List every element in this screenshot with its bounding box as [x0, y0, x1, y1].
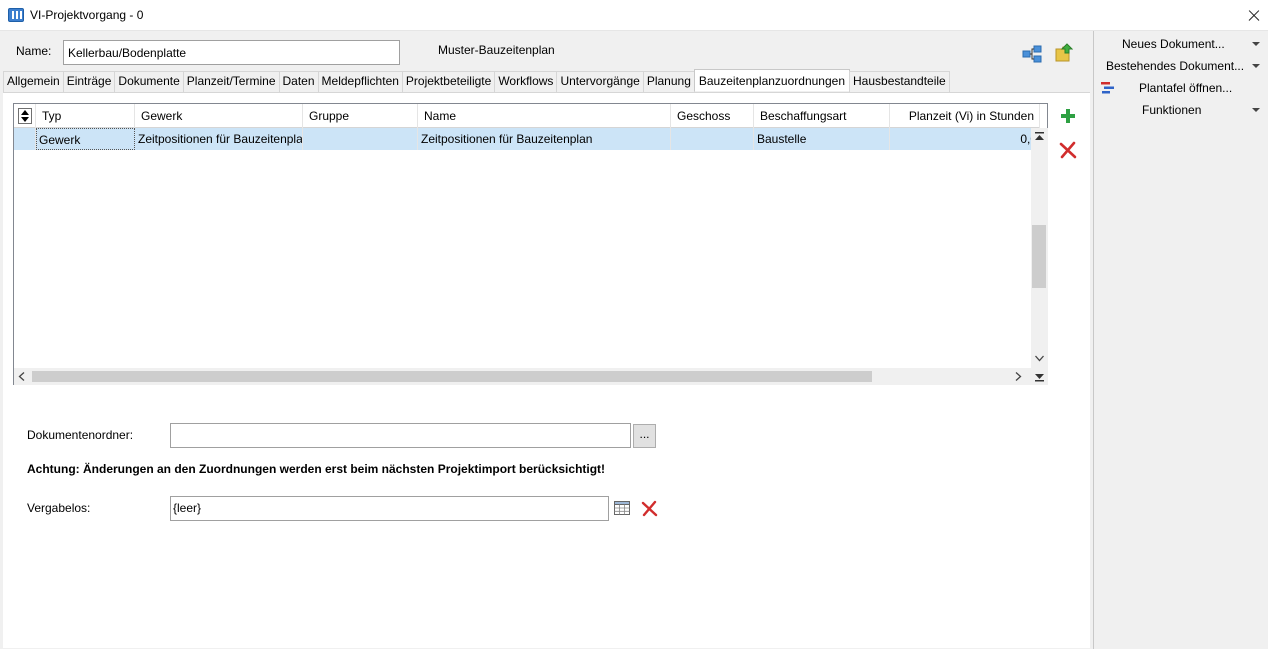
- tab-workflows[interactable]: Workflows: [494, 71, 558, 92]
- vertical-scrollbar[interactable]: [1031, 128, 1048, 368]
- title-bar: VI-Projektvorgang - 0: [0, 0, 1268, 31]
- scroll-bottom-icon[interactable]: [1031, 368, 1048, 385]
- column-header-gruppe[interactable]: Gruppe: [303, 104, 418, 128]
- scroll-left-icon[interactable]: [18, 372, 25, 381]
- cell-typ[interactable]: Gewerk: [36, 128, 135, 150]
- tab-eintraege[interactable]: Einträge: [62, 71, 116, 92]
- warning-text: Achtung: Änderungen an den Zuordnungen w…: [27, 462, 606, 476]
- column-chooser[interactable]: [14, 104, 36, 128]
- structure-icon[interactable]: [1022, 45, 1042, 63]
- column-header-typ[interactable]: Typ: [36, 104, 135, 128]
- tab-planung[interactable]: Planung: [642, 71, 695, 92]
- column-header-geschoss[interactable]: Geschoss: [671, 104, 754, 128]
- tab-projektbeteiligte[interactable]: Projektbeteiligte: [401, 71, 496, 92]
- docfolder-input[interactable]: [170, 423, 631, 448]
- cell-beschaffungsart[interactable]: Baustelle: [754, 128, 890, 150]
- tab-meldepflichten[interactable]: Meldepflichten: [317, 71, 403, 92]
- tab-daten[interactable]: Daten: [278, 71, 319, 92]
- cell-planzeit[interactable]: 0,0: [890, 128, 1040, 150]
- app-icon: [8, 8, 24, 22]
- vergabelos-label: Vergabelos:: [27, 501, 91, 515]
- assignments-grid[interactable]: Typ Gewerk Gruppe Name Geschoss Beschaff…: [13, 103, 1048, 385]
- existing-document-dropdown-icon[interactable]: [1252, 64, 1260, 68]
- tab-hausbestandteile[interactable]: Hausbestandteile: [849, 71, 950, 92]
- new-document-button[interactable]: Neues Dokument...: [1122, 35, 1225, 53]
- functions-button[interactable]: Funktionen: [1142, 101, 1201, 119]
- scroll-down-icon[interactable]: [1035, 355, 1044, 362]
- horizontal-scrollbar[interactable]: [14, 368, 1031, 385]
- scroll-bottom-button[interactable]: [1031, 368, 1048, 385]
- browse-button[interactable]: ...: [633, 424, 656, 448]
- tab-planzeit[interactable]: Planzeit/Termine: [182, 71, 280, 92]
- cell-geschoss[interactable]: [671, 128, 754, 150]
- horizontal-scroll-thumb[interactable]: [32, 371, 872, 382]
- name-label: Name:: [16, 44, 52, 58]
- tab-dokumente[interactable]: Dokumente: [114, 71, 184, 92]
- new-document-dropdown-icon[interactable]: [1252, 42, 1260, 46]
- clear-vergabelos-icon[interactable]: [641, 500, 658, 517]
- tab-strip: Allgemein Einträge Dokumente Planzeit/Te…: [3, 69, 950, 92]
- column-header-gewerk[interactable]: Gewerk: [135, 104, 303, 128]
- table-picker-icon[interactable]: [614, 501, 630, 515]
- vertical-scroll-thumb[interactable]: [1032, 225, 1046, 288]
- table-row[interactable]: Gewerk Zeitpositionen für Bauzeitenplan …: [14, 128, 1040, 150]
- tab-allgemein[interactable]: Allgemein: [3, 71, 64, 92]
- open-plan-board-button[interactable]: Plantafel öffnen...: [1139, 79, 1232, 97]
- scroll-right-icon[interactable]: [1015, 372, 1022, 381]
- action-panel: Neues Dokument... Bestehendes Dokument..…: [1093, 31, 1268, 649]
- folder-export-icon[interactable]: [1055, 43, 1073, 63]
- functions-dropdown-icon[interactable]: [1252, 108, 1260, 112]
- sort-toggle-icon[interactable]: [17, 108, 32, 124]
- delete-row-icon[interactable]: [1059, 141, 1077, 159]
- name-input[interactable]: [63, 40, 400, 65]
- cell-gewerk[interactable]: Zeitpositionen für Bauzeitenplan: [135, 128, 303, 150]
- docfolder-label: Dokumentenordner:: [27, 428, 134, 442]
- column-header-planzeit[interactable]: Planzeit (Vi) in Stunden: [890, 104, 1040, 128]
- close-button[interactable]: [1238, 0, 1268, 31]
- scroll-top-icon[interactable]: [1035, 132, 1044, 140]
- row-indicator: [14, 128, 36, 150]
- tab-untervorgaenge[interactable]: Untervorgänge: [556, 71, 644, 92]
- column-header-beschaffungsart[interactable]: Beschaffungsart: [754, 104, 890, 128]
- column-header-name[interactable]: Name: [418, 104, 671, 128]
- template-name: Muster-Bauzeitenplan: [438, 43, 555, 57]
- existing-document-button[interactable]: Bestehendes Dokument...: [1106, 57, 1244, 75]
- cell-name[interactable]: Zeitpositionen für Bauzeitenplan: [418, 128, 671, 150]
- window-title: VI-Projektvorgang - 0: [30, 8, 144, 22]
- vergabelos-input[interactable]: {leer}: [170, 496, 609, 521]
- grid-header: Typ Gewerk Gruppe Name Geschoss Beschaff…: [14, 104, 1040, 128]
- main-area: Name: Muster-Bauzeitenplan Allgemein Ein…: [0, 31, 1092, 649]
- plan-board-icon: [1101, 82, 1114, 94]
- cell-gruppe[interactable]: [303, 128, 418, 150]
- add-row-icon[interactable]: [1060, 108, 1076, 124]
- tab-bauzeitenplanzuordnungen[interactable]: Bauzeitenplanzuordnungen: [693, 69, 850, 91]
